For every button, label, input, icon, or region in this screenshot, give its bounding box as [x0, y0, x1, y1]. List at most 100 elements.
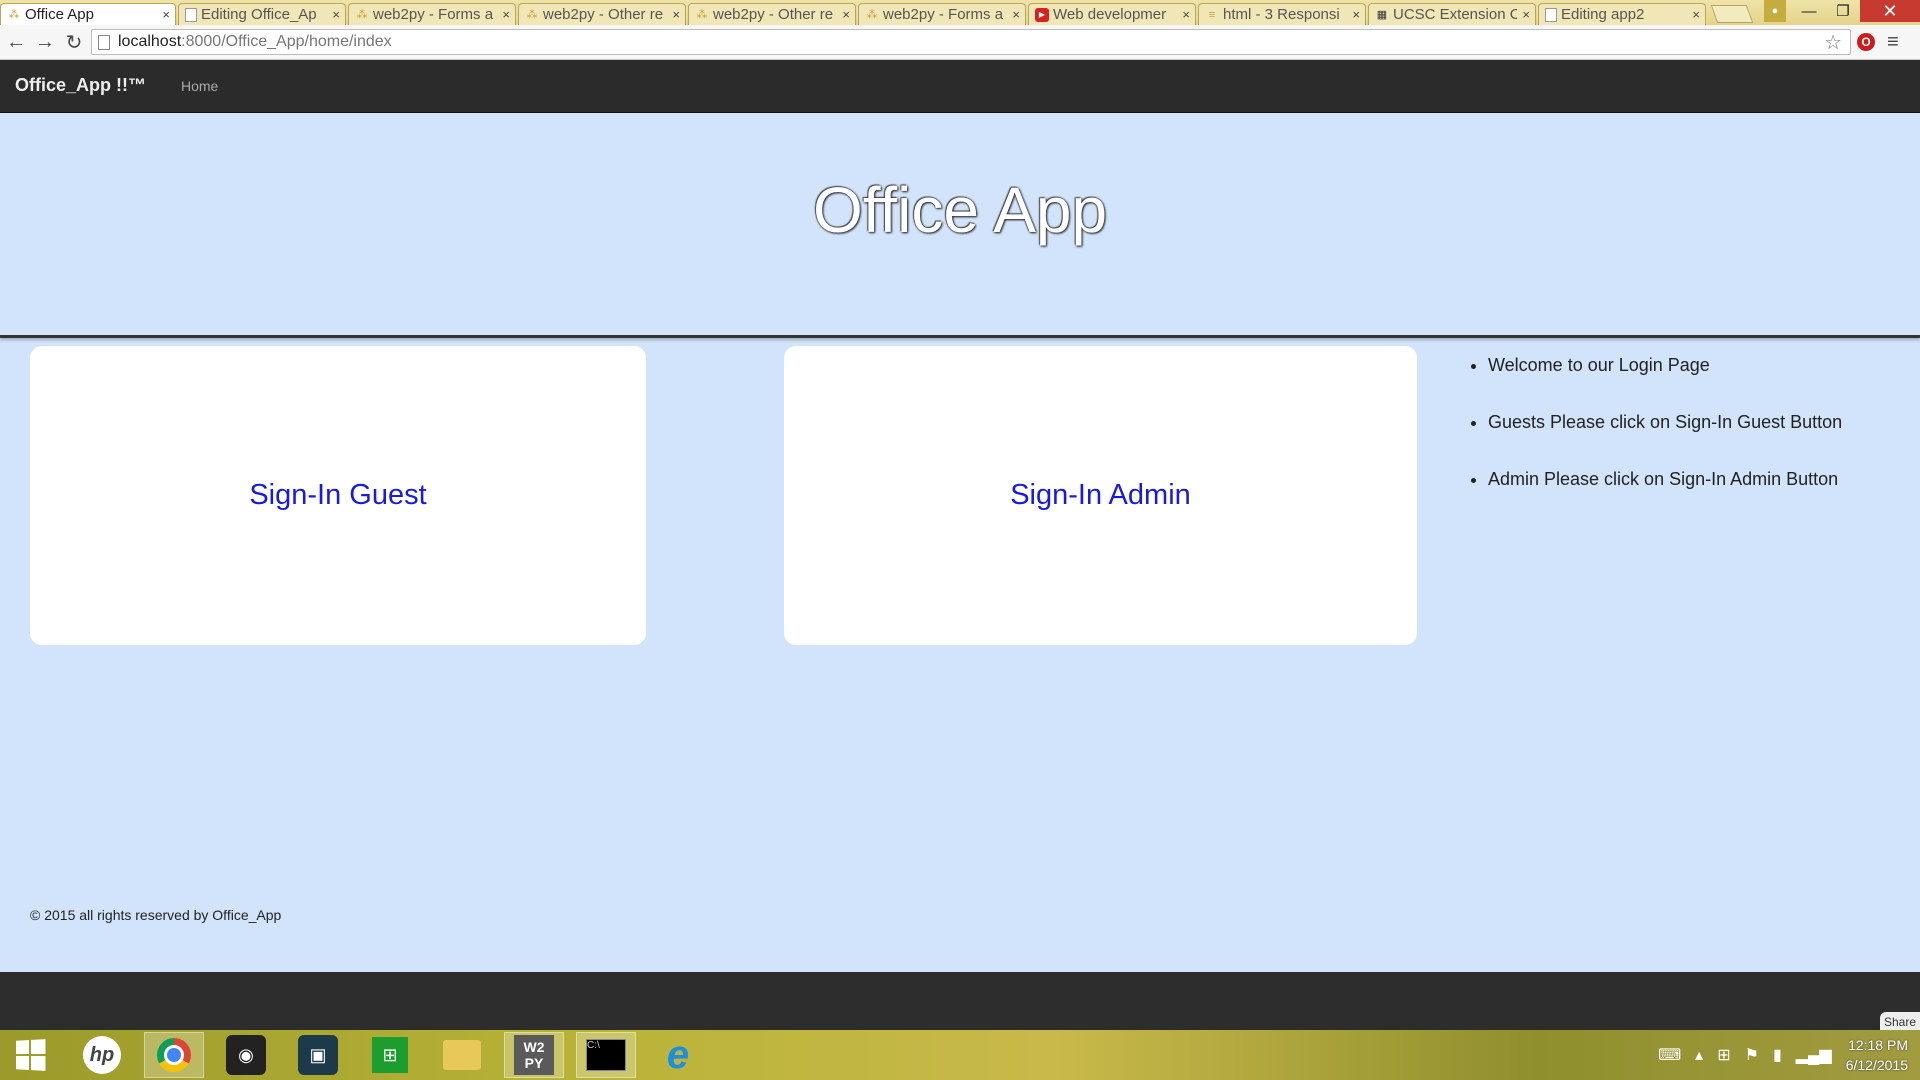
- close-icon[interactable]: ×: [1352, 7, 1360, 22]
- flag-icon[interactable]: ⚑: [1745, 1045, 1759, 1065]
- tab-title: web2py - Other re: [713, 6, 834, 23]
- tab-title: Web developmer: [1053, 6, 1167, 23]
- nav-link-home[interactable]: Home: [181, 78, 218, 94]
- tab-title: web2py - Other re: [543, 6, 664, 23]
- sign-in-guest-button[interactable]: Sign-In Guest: [30, 346, 646, 645]
- folder-icon: [443, 1040, 481, 1070]
- browser-tabstrip: ⁂ Office App × Editing Office_Ap × ⁂ web…: [0, 0, 1920, 25]
- sign-in-admin-button[interactable]: Sign-In Admin: [784, 346, 1417, 645]
- opera-extension-icon[interactable]: O: [1857, 33, 1875, 51]
- footer-copyright: © 2015 all rights reserved by Office_App: [30, 907, 282, 923]
- back-icon[interactable]: ←: [3, 29, 29, 55]
- browser-tab[interactable]: ▦ UCSC Extension C ×: [1368, 3, 1536, 25]
- browser-tab[interactable]: ⁂ web2py - Other re ×: [518, 3, 686, 25]
- sign-in-guest-label: Sign-In Guest: [249, 479, 427, 511]
- list-item: Admin Please click on Sign-In Admin Butt…: [1488, 457, 1842, 514]
- chrome-app-button[interactable]: [144, 1032, 204, 1078]
- reload-icon[interactable]: ↻: [61, 29, 87, 55]
- tab-title: web2py - Forms a: [883, 6, 1004, 23]
- tab-title: Office App: [25, 6, 94, 23]
- url-path: :8000/Office_App/home/index: [181, 33, 392, 50]
- ucsc-icon: ▦: [1376, 8, 1388, 21]
- page-icon: [98, 34, 110, 50]
- site-navbar: Office_App !!™ Home: [0, 60, 1920, 113]
- browser-tab[interactable]: Editing app2 ×: [1538, 3, 1706, 25]
- browser-tab[interactable]: ⁂ Office App ×: [0, 3, 176, 25]
- list-item: Guests Please click on Sign-In Guest But…: [1488, 400, 1842, 457]
- page-icon: [1545, 7, 1557, 22]
- footer-bar: [0, 972, 1920, 1030]
- video-icon: ▣: [298, 1035, 338, 1075]
- web2py-icon: ⁂: [356, 8, 368, 21]
- webcam-app-button[interactable]: ◉: [216, 1032, 276, 1078]
- minimize-button[interactable]: —: [1792, 0, 1826, 22]
- close-icon[interactable]: ×: [1012, 7, 1020, 22]
- browser-tab[interactable]: ⁂ web2py - Forms a ×: [348, 3, 516, 25]
- tab-title: Editing Office_Ap: [201, 6, 317, 23]
- url-host: localhost: [118, 33, 182, 50]
- tab-title: Editing app2: [1561, 6, 1645, 23]
- info-list: Welcome to our Login Page Guests Please …: [1470, 343, 1842, 514]
- cmd-app-button[interactable]: C:\: [576, 1032, 636, 1078]
- ie-app-button[interactable]: e: [648, 1032, 708, 1078]
- window-close-button[interactable]: ✕: [1860, 0, 1920, 22]
- close-icon[interactable]: ×: [1182, 7, 1190, 22]
- store-app-button[interactable]: ⊞: [360, 1032, 420, 1078]
- chevron-up-icon[interactable]: ▴: [1695, 1045, 1703, 1065]
- explorer-app-button[interactable]: [432, 1032, 492, 1078]
- battery-icon[interactable]: ▮: [1773, 1045, 1782, 1065]
- close-icon[interactable]: ×: [1692, 7, 1700, 22]
- page-title: Office App: [812, 174, 1108, 246]
- browser-tab[interactable]: ⁂ web2py - Other re ×: [688, 3, 856, 25]
- browser-tab[interactable]: ≡ html - 3 Responsi ×: [1198, 3, 1366, 25]
- w2py-icon: W2 PY: [514, 1035, 554, 1075]
- new-tab-button[interactable]: [1710, 5, 1754, 23]
- window-controls: ● — ❐ ✕: [1764, 0, 1920, 22]
- forward-icon[interactable]: →: [32, 29, 58, 55]
- tab-title: html - 3 Responsi: [1223, 6, 1340, 23]
- list-item: Welcome to our Login Page: [1488, 343, 1842, 400]
- page-icon: [185, 7, 197, 22]
- close-icon[interactable]: ×: [1522, 7, 1530, 22]
- clock-time: 12:18 PM: [1848, 1037, 1908, 1053]
- web2py-app-button[interactable]: W2 PY: [504, 1032, 564, 1078]
- start-button[interactable]: [0, 1032, 60, 1078]
- web2py-icon: ⁂: [8, 8, 20, 21]
- close-icon[interactable]: ×: [502, 7, 510, 22]
- store-icon: ⊞: [372, 1037, 408, 1073]
- close-icon[interactable]: ×: [162, 7, 170, 22]
- windows-icon: [16, 1039, 46, 1071]
- windows-taskbar: hp ◉ ▣ ⊞ W2 PY C:\ e ⌨ ▴ ⊞ ⚑ ▮ ▂▄▆ 12:18 …: [0, 1030, 1920, 1080]
- chrome-icon: [157, 1038, 191, 1072]
- system-tray: ⌨ ▴ ⊞ ⚑ ▮ ▂▄▆ 12:18 PM 6/12/2015: [1658, 1030, 1920, 1080]
- web2py-icon: ⁂: [526, 8, 538, 21]
- share-button[interactable]: Share: [1880, 1012, 1920, 1032]
- bookmark-star-icon[interactable]: ☆: [1824, 30, 1842, 55]
- close-icon[interactable]: ×: [332, 7, 340, 22]
- web2py-icon: ⁂: [866, 8, 878, 21]
- web2py-icon: ⁂: [696, 8, 708, 21]
- keyboard-icon[interactable]: ⌨: [1658, 1045, 1681, 1065]
- browser-tab[interactable]: ⁂ web2py - Forms a ×: [858, 3, 1026, 25]
- user-icon[interactable]: ●: [1764, 0, 1786, 22]
- close-icon[interactable]: ×: [672, 7, 680, 22]
- browser-tab[interactable]: Editing Office_Ap ×: [178, 3, 346, 25]
- address-bar[interactable]: localhost:8000/Office_App/home/index ☆: [91, 29, 1851, 55]
- close-icon[interactable]: ×: [842, 7, 850, 22]
- webcam-icon: ◉: [226, 1035, 266, 1075]
- internet-explorer-icon: e: [666, 1032, 690, 1077]
- browser-toolbar: ← → ↻ localhost:8000/Office_App/home/ind…: [0, 25, 1920, 60]
- hp-app-button[interactable]: hp: [72, 1032, 132, 1078]
- hp-icon: hp: [83, 1036, 121, 1074]
- video-app-button[interactable]: ▣: [288, 1032, 348, 1078]
- browser-tab[interactable]: ▶ Web developmer ×: [1028, 3, 1196, 25]
- signal-icon[interactable]: ▂▄▆: [1796, 1045, 1832, 1065]
- menu-icon[interactable]: ≡: [1887, 31, 1899, 54]
- navbar-brand[interactable]: Office_App !!™: [15, 75, 146, 96]
- clock[interactable]: 12:18 PM 6/12/2015: [1846, 1035, 1908, 1075]
- tab-title: UCSC Extension C: [1393, 6, 1517, 23]
- youtube-icon: ▶: [1035, 7, 1049, 22]
- windows-icon[interactable]: ⊞: [1717, 1045, 1730, 1065]
- jumbotron: Office App: [0, 113, 1920, 338]
- maximize-button[interactable]: ❐: [1826, 0, 1860, 22]
